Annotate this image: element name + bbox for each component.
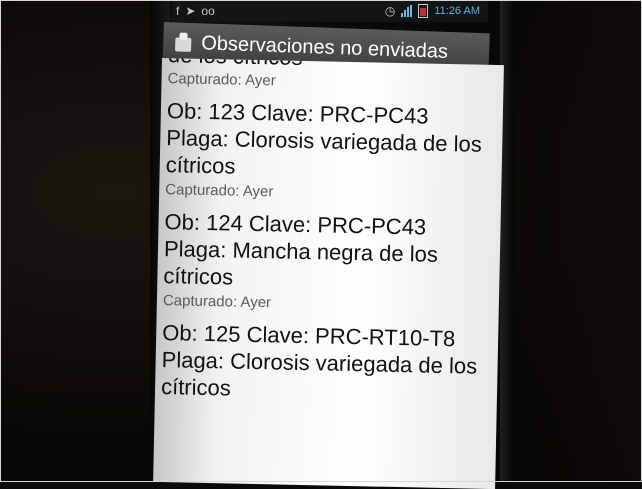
photo-frame bbox=[0, 0, 642, 482]
